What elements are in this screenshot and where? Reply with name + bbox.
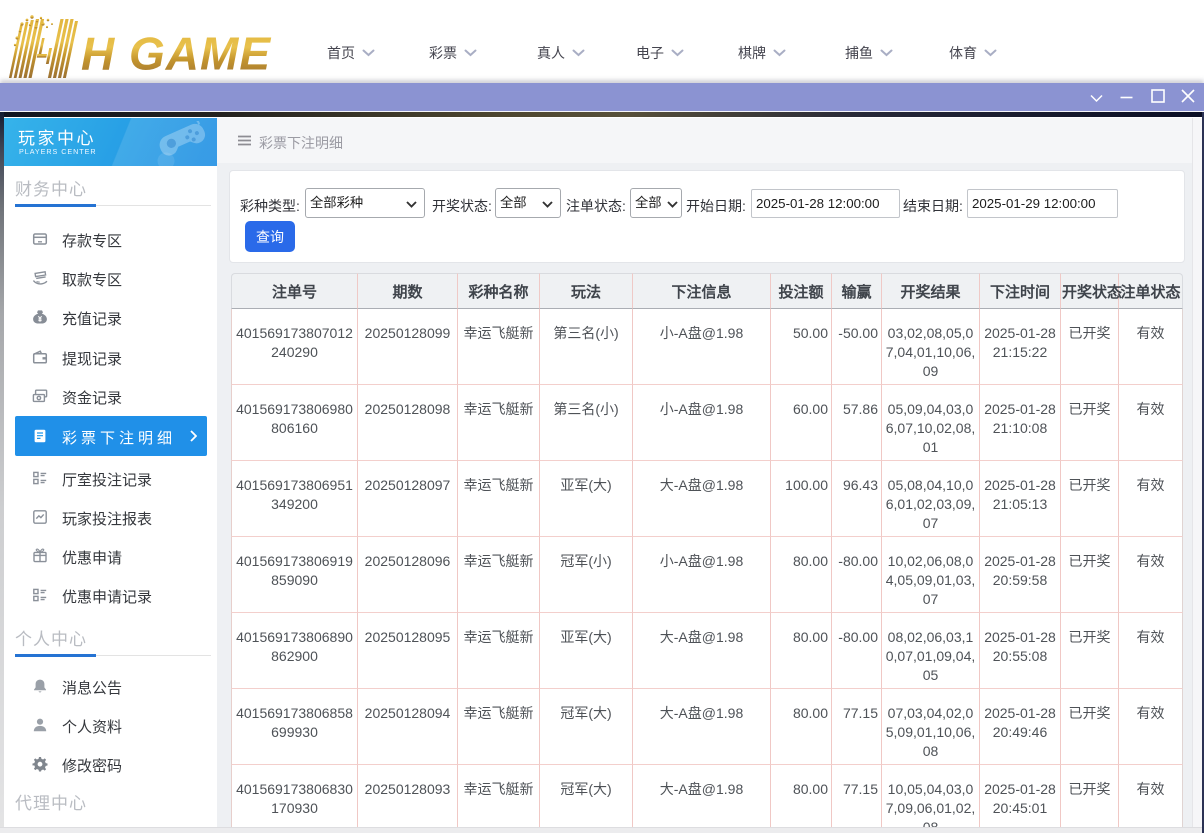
svg-text:H GAME: H GAME: [81, 28, 271, 80]
